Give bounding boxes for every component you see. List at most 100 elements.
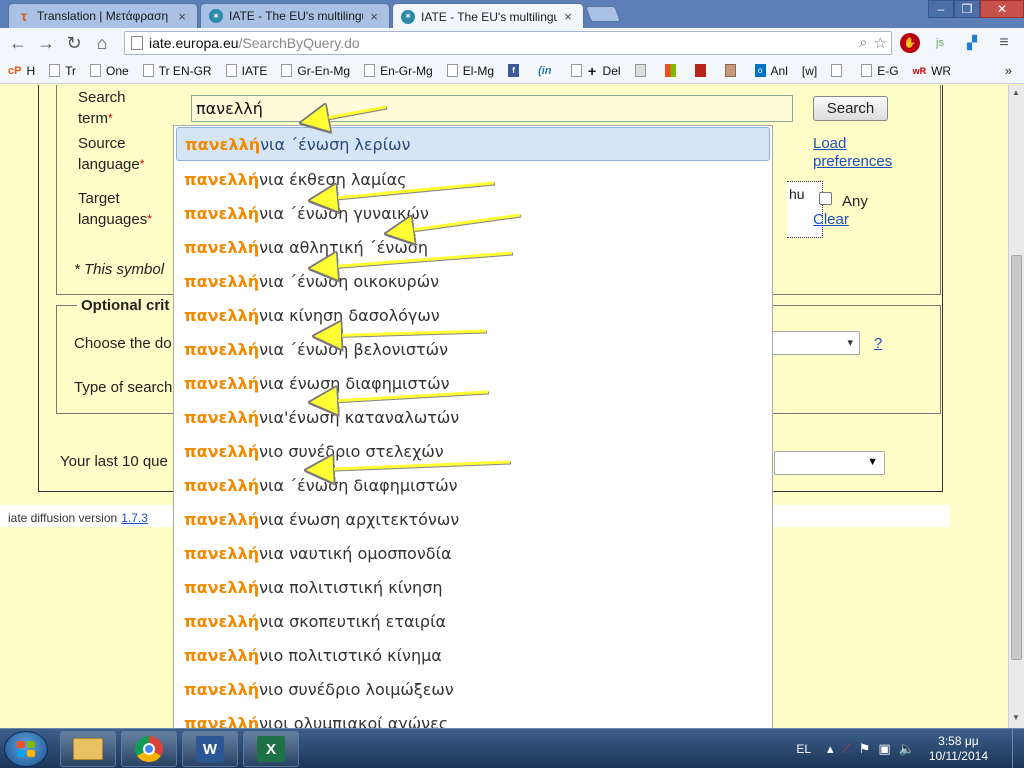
close-icon[interactable]: × [561, 9, 575, 24]
scroll-thumb[interactable] [1011, 255, 1022, 660]
menu-icon[interactable]: ≡ [994, 33, 1014, 53]
stop-extension-icon[interactable]: ✋ [900, 33, 920, 53]
suggestion-item[interactable]: πανελλή νιο πολιτιστικό κίνημα [174, 638, 772, 672]
tab-title: IATE - The EU's multilingu [229, 9, 363, 23]
bookmark-e-g[interactable]: E-G [861, 64, 899, 78]
suggestion-item[interactable]: πανελλή νια σκοπευτική εταιρία [174, 604, 772, 638]
tray-app-icon[interactable]: ⟋ [842, 741, 851, 757]
bookmark-en-gr-mg[interactable]: En-Gr-Mg [364, 64, 433, 78]
taskbar-excel[interactable]: X [243, 731, 299, 767]
start-button[interactable] [4, 731, 48, 767]
taskbar-word[interactable]: W [182, 731, 238, 767]
bookmark-blank[interactable] [831, 64, 847, 77]
suggestion-item[interactable]: πανελλή νια ναυτική ομοσπονδία [174, 536, 772, 570]
show-desktop-button[interactable] [1012, 729, 1024, 768]
load-preferences-link[interactable]: Load preferences [813, 135, 908, 171]
bookmark-anl[interactable]: o Anl [754, 64, 788, 78]
help-link[interactable]: ? [874, 335, 882, 353]
suggestion-text: νια έκθεση λαμίας [259, 169, 407, 189]
bookmark-del[interactable]: + Del [570, 63, 621, 79]
puzzle-extension-icon[interactable]: ▞ [962, 33, 982, 53]
bookmark-gr-en-mg[interactable]: Gr-En-Mg [281, 64, 350, 78]
forward-arrow-icon[interactable]: → [32, 30, 60, 56]
last-queries-select[interactable]: ▼ [774, 451, 885, 475]
search-term-input[interactable] [191, 95, 793, 122]
url-host: iate.europa.eu [149, 35, 239, 51]
suggestion-prefix: πανελλή [184, 611, 260, 631]
suggestion-item[interactable]: πανελλή νιο συνέδριο λοιμώξεων [174, 672, 772, 706]
taskbar-explorer[interactable] [60, 731, 116, 767]
window-close-button[interactable]: ✕ [980, 0, 1024, 18]
search-button[interactable]: Search [813, 96, 888, 121]
suggestion-prefix: πανελλή [184, 509, 260, 529]
page-icon [90, 64, 102, 77]
suggestion-item[interactable]: πανελλή νια ΄ένωση οικοκυρών [174, 264, 772, 298]
suggestion-item[interactable]: πανελλή νια πολιτιστική κίνηση [174, 570, 772, 604]
minimize-button[interactable]: – [928, 0, 954, 18]
suggestion-item[interactable]: πανελλή νια ένωση διαφημιστών [174, 366, 772, 400]
page-scrollbar[interactable]: ▲ ▼ [1008, 85, 1024, 728]
suggestion-prefix: πανελλή [184, 305, 260, 325]
suggestion-item[interactable]: πανελλή νιο συνέδριο στελεχών [174, 434, 772, 468]
suggestion-item[interactable]: πανελλή νια'ένωση καταναλωτών [174, 400, 772, 434]
tab-iate-active[interactable]: ✶ IATE - The EU's multilingu × [392, 3, 584, 29]
target-languages-list[interactable]: hu [787, 181, 823, 238]
close-icon[interactable]: × [175, 9, 189, 24]
bookmark-one[interactable]: One [90, 64, 129, 78]
back-arrow-icon[interactable]: ← [4, 30, 32, 56]
bookmark-calendar[interactable] [634, 64, 651, 77]
page-content: Search term* Search Source language* Loa… [0, 85, 1008, 728]
scroll-up-icon[interactable]: ▲ [1012, 88, 1020, 97]
volume-icon[interactable]: 🔈 [899, 741, 915, 757]
suggestion-item[interactable]: πανελλή νια ΄ένωση γυναικών [174, 196, 772, 230]
tab-iate-1[interactable]: ✶ IATE - The EU's multilingu × [200, 3, 390, 28]
required-note: * This symbol [74, 261, 165, 278]
bookmark-w[interactable]: [w] [802, 64, 817, 78]
bookmark-tr[interactable]: Tr [49, 64, 76, 78]
star-icon[interactable]: ☆ [874, 34, 887, 52]
tray-expand-icon[interactable]: ▴ [827, 741, 834, 757]
bookmark-h[interactable]: cP H [8, 64, 35, 78]
suggestion-item[interactable]: πανελλή νια ΄ένωση διαφημιστών [174, 468, 772, 502]
tab-translation[interactable]: τ Translation | Μετάφραση × [8, 3, 198, 28]
bookmark-linkedin[interactable]: (in [538, 64, 556, 77]
network-icon[interactable]: ▣ [878, 741, 890, 757]
language-indicator[interactable]: EL [796, 742, 811, 756]
suggestion-item[interactable]: πανελλή νια κίνηση δασολόγων [174, 298, 772, 332]
zoom-icon[interactable]: ⌕ [859, 34, 867, 52]
suggestion-text: νια ένωση αρχιτεκτόνων [259, 509, 460, 529]
bookmark-microsoft[interactable] [664, 64, 681, 77]
target-language-item: hu [789, 186, 805, 202]
bookmark-wr[interactable]: wR WR [913, 64, 952, 78]
scroll-down-icon[interactable]: ▼ [1012, 713, 1020, 722]
version-link[interactable]: 1.7.3 [121, 511, 148, 525]
bookmarks-more-icon[interactable]: » [1005, 63, 1012, 78]
new-tab-button[interactable] [585, 6, 621, 22]
any-checkbox[interactable] [819, 192, 832, 205]
taskbar-chrome[interactable] [121, 731, 177, 767]
bookmark-iate[interactable]: IATE [225, 64, 267, 78]
clear-link[interactable]: Clear [813, 211, 849, 229]
suggestion-item[interactable]: πανελλή νια έκθεση λαμίας [174, 162, 772, 196]
suggestion-item[interactable]: πανελλή νια ΄ένωση λερίων [176, 127, 770, 161]
reload-icon[interactable]: ↻ [60, 30, 88, 56]
suggestion-item[interactable]: πανελλή νια ΄ένωση βελονιστών [174, 332, 772, 366]
suggestion-prefix: πανελλή [184, 645, 260, 665]
page-icon [831, 64, 843, 77]
suggestion-item[interactable]: πανελλή νιοι ολυμπιακοί αγώνες [174, 706, 772, 729]
js-extension-icon[interactable]: js [930, 33, 950, 53]
maximize-button[interactable]: ❐ [954, 0, 980, 18]
bookmark-avatar[interactable] [724, 64, 741, 77]
bookmark-el-mg[interactable]: El-Mg [446, 64, 494, 78]
suggestion-item[interactable]: πανελλή νια αθλητική ΄ένωση [174, 230, 772, 264]
flag-icon[interactable]: ⚑ [859, 741, 871, 757]
address-bar[interactable]: iate.europa.eu /SearchByQuery.do ⌕ ☆ [124, 31, 892, 55]
bookmark-tr-en-gr[interactable]: Tr EN-GR [142, 64, 212, 78]
home-icon[interactable]: ⌂ [88, 30, 116, 56]
clock[interactable]: 3:58 μμ 10/11/2014 [929, 734, 988, 764]
bookmark-facebook[interactable]: f [508, 64, 524, 77]
suggestion-item[interactable]: πανελλή νια ένωση αρχιτεκτόνων [174, 502, 772, 536]
suggestion-prefix: πανελλή [184, 679, 260, 699]
bookmark-red[interactable] [694, 64, 711, 77]
close-icon[interactable]: × [367, 9, 381, 24]
